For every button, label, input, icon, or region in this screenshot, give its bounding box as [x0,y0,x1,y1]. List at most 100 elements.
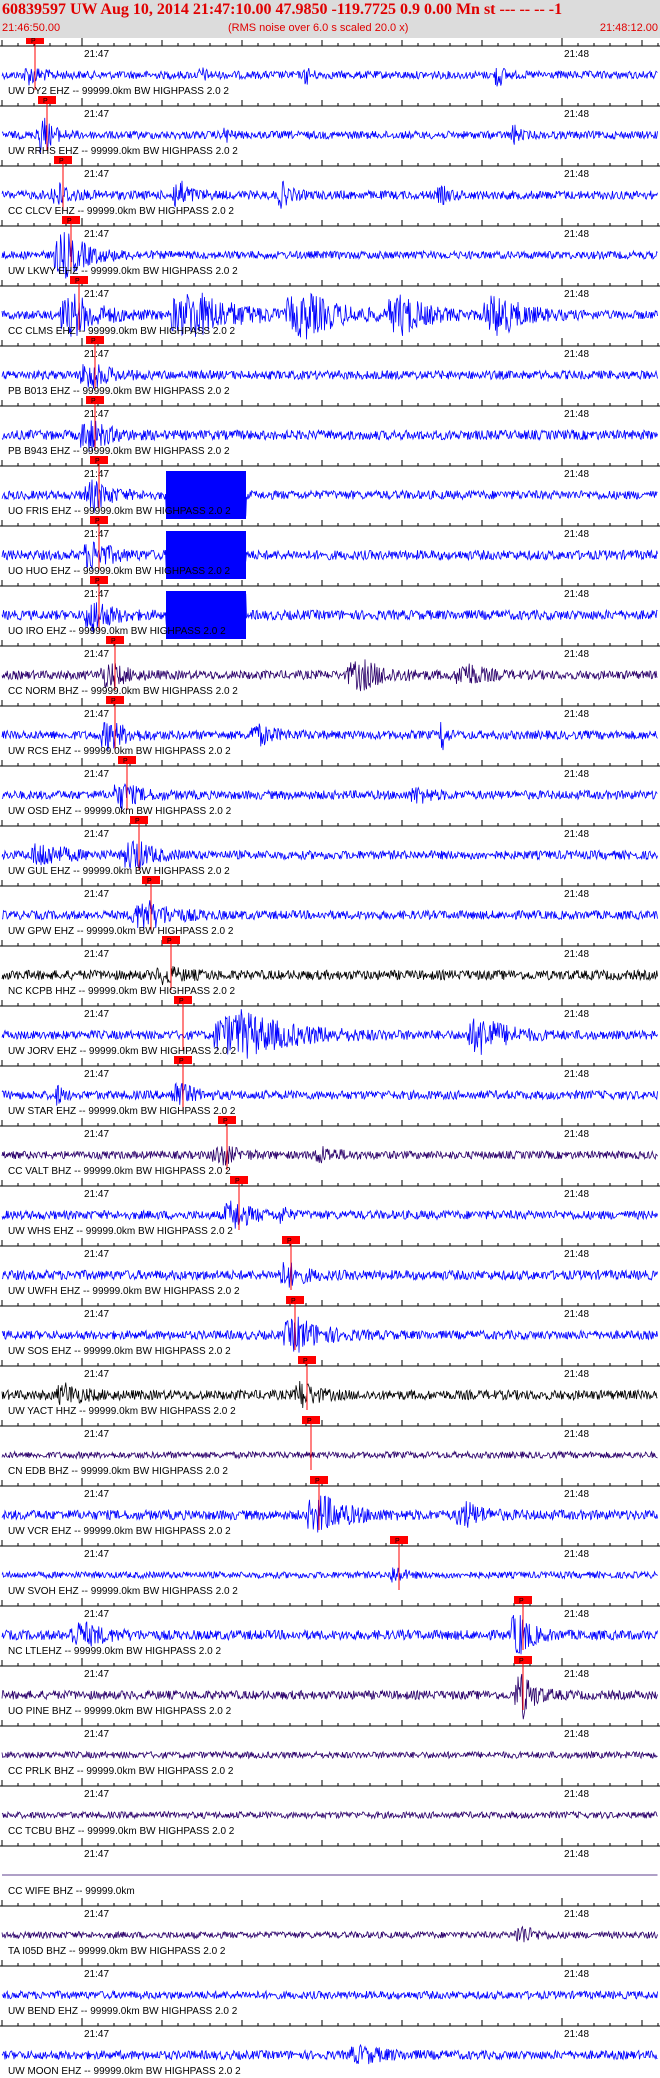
axis-ticks [1,1298,659,1306]
axis-ticks [1,98,659,106]
trace-row: 21:47 21:48 P UW RCS EHZ -- 99999.0km BW HI… [0,696,660,757]
axis-ticks [1,1418,659,1426]
minute-label: 21:47 [84,1549,109,1560]
trace-row: 21:47 21:48 P UW YACT HHZ -- 99999.0km BW H… [0,1356,660,1417]
trace-row: 21:47 21:48 P UW RRHS EHZ -- 99999.0km BW H… [0,96,660,157]
station-label: CC VALT BHZ -- 99999.0km BW HIGHPASS 2.0… [8,1166,231,1177]
minute-label: 21:48 [564,1549,589,1560]
axis-ticks [1,1538,659,1546]
pick-label: P [147,878,152,885]
minute-label: 21:48 [564,409,589,420]
axis-ticks [1,758,659,766]
axis-ticks [1,1718,659,1726]
waveform [1,180,658,209]
minute-label: 21:47 [84,1369,109,1380]
station-label: CN EDB BHZ -- 99999.0km BW HIGHPASS 2.0 … [8,1466,228,1477]
minute-label: 21:48 [564,1129,589,1140]
minute-label: 21:48 [564,1369,589,1380]
waveform [1,2043,658,2065]
station-label: PB B013 EHZ -- 99999.0km BW HIGHPASS 2.0… [8,386,230,397]
minute-label: 21:47 [84,469,109,480]
waveform [1,1567,658,1583]
axis-ticks [1,278,659,286]
minute-label: 21:47 [84,829,109,840]
pick-label: P [135,818,140,825]
pick-label: P [307,1418,312,1425]
pick-label: P [291,1298,296,1305]
minute-label: 21:48 [564,289,589,300]
minute-label: 21:48 [564,889,589,900]
minute-label: 21:47 [84,769,109,780]
seismogram-panel: 21:47 21:48 P UW DY2 EHZ -- 99999.0km BW HI… [0,38,660,2077]
trace-row: 21:47 21:48 P NC LTLEHZ -- 99999.0km BW HIG… [0,1596,660,1657]
axis-ticks [1,1478,659,1486]
minute-label: 21:47 [84,1609,109,1620]
trace-row: 21:47 21:48 P CC CLCV EHZ -- 99999.0km BW H… [0,156,660,217]
trace-row: 21:47 21:48 P UO PINE BHZ -- 99999.0km BW H… [0,1656,660,1720]
axis-ticks [1,638,659,646]
trace-row: 21:47 21:48 P UW GPW EHZ -- 99999.0km BW HI… [0,876,660,937]
minute-label: 21:48 [564,529,589,540]
station-label: UW GPW EHZ -- 99999.0km BW HIGHPASS 2.0 … [8,926,234,937]
trace-row: 21:47 21:48 P UW JORV EHZ -- 99999.0km BW H… [0,996,660,1059]
minute-label: 21:48 [564,589,589,600]
trace-row: 21:47 21:48 P UW STAR EHZ -- 99999.0km BW H… [0,1056,660,1117]
station-label: UW DY2 EHZ -- 99999.0km BW HIGHPASS 2.0 … [8,86,229,97]
minute-label: 21:47 [84,1429,109,1440]
minute-label: 21:47 [84,1249,109,1260]
station-label: UW OSD EHZ -- 99999.0km BW HIGHPASS 2.0 … [8,806,232,817]
station-label: CC CLMS EHZ -- 99999.0km BW HIGHPASS 2.0… [8,326,236,337]
waveform [1,1989,658,2001]
axis-ticks [1,158,659,166]
trace-row: 21:47 21:48 P UW UWFH EHZ -- 99999.0km BW H… [0,1236,660,1297]
trace-row: 21:47 21:48 P UW WHS EHZ -- 99999.0km BW HI… [0,1176,660,1237]
minute-label: 21:47 [84,289,109,300]
minute-label: 21:48 [564,709,589,720]
waveform [1,1082,658,1106]
waveform [1,1925,658,1943]
trace-row: 21:47 21:48 CC TCBU BHZ -- 99999.0km BW HI… [0,1778,660,1837]
axis-ticks [1,1838,659,1846]
pick-label: P [315,1478,320,1485]
station-label: UW YACT HHZ -- 99999.0km BW HIGHPASS 2.0… [8,1406,236,1417]
station-label: CC NORM BHZ -- 99999.0km BW HIGHPASS 2.0… [8,686,238,697]
pick-label: P [95,458,100,465]
station-label: UW VCR EHZ -- 99999.0km BW HIGHPASS 2.0 … [8,1526,231,1537]
trace-row: 21:47 21:48 UW BEND EHZ -- 99999.0km BW HI… [0,1958,660,2017]
pick-label: P [95,518,100,525]
trace-row: 21:47 21:48 P UO HUO EHZ -- 99999.0km BW HI… [0,516,660,579]
waveform [1,67,658,87]
minute-label: 21:48 [564,1729,589,1740]
waveform [1,1380,658,1409]
plot-header: 60839597 UW Aug 10, 2014 21:47:10.00 47.… [0,0,660,38]
station-label: UW STAR EHZ -- 99999.0km BW HIGHPASS 2.0… [8,1106,236,1117]
station-label: UW SVOH EHZ -- 99999.0km BW HIGHPASS 2.0… [8,1586,238,1597]
minute-label: 21:48 [564,1429,589,1440]
axis-ticks [1,1178,659,1186]
trace-row: 21:47 21:48 P CC VALT BHZ -- 99999.0km BW H… [0,1116,660,1177]
trace-row: 21:47 21:48 P CN EDB BHZ -- 99999.0km BW HI… [0,1416,660,1477]
minute-label: 21:48 [564,49,589,60]
minute-label: 21:47 [84,1729,109,1740]
pick-label: P [31,38,36,45]
pick-label: P [519,1598,524,1605]
pick-label: P [111,638,116,645]
minute-label: 21:47 [84,529,109,540]
minute-label: 21:47 [84,1849,109,1860]
waveform [1,1750,658,1760]
pick-label: P [223,1118,228,1125]
minute-label: 21:48 [564,1969,589,1980]
pick-label: P [59,158,64,165]
axis-ticks [1,1598,659,1606]
axis-ticks [1,1358,659,1366]
minute-label: 21:47 [84,1009,109,1020]
minute-label: 21:48 [564,1909,589,1920]
axis-ticks [1,1778,659,1786]
minute-label: 21:48 [564,829,589,840]
minute-label: 21:48 [564,1489,589,1500]
minute-label: 21:48 [564,1609,589,1620]
minute-label: 21:47 [84,1069,109,1080]
trace-row: 21:47 21:48 P CC CLMS EHZ -- 99999.0km BW H… [0,276,660,340]
trace-row: 21:47 21:48 P UO FRIS EHZ -- 99999.0km BW H… [0,456,660,519]
axis-ticks [1,38,659,46]
